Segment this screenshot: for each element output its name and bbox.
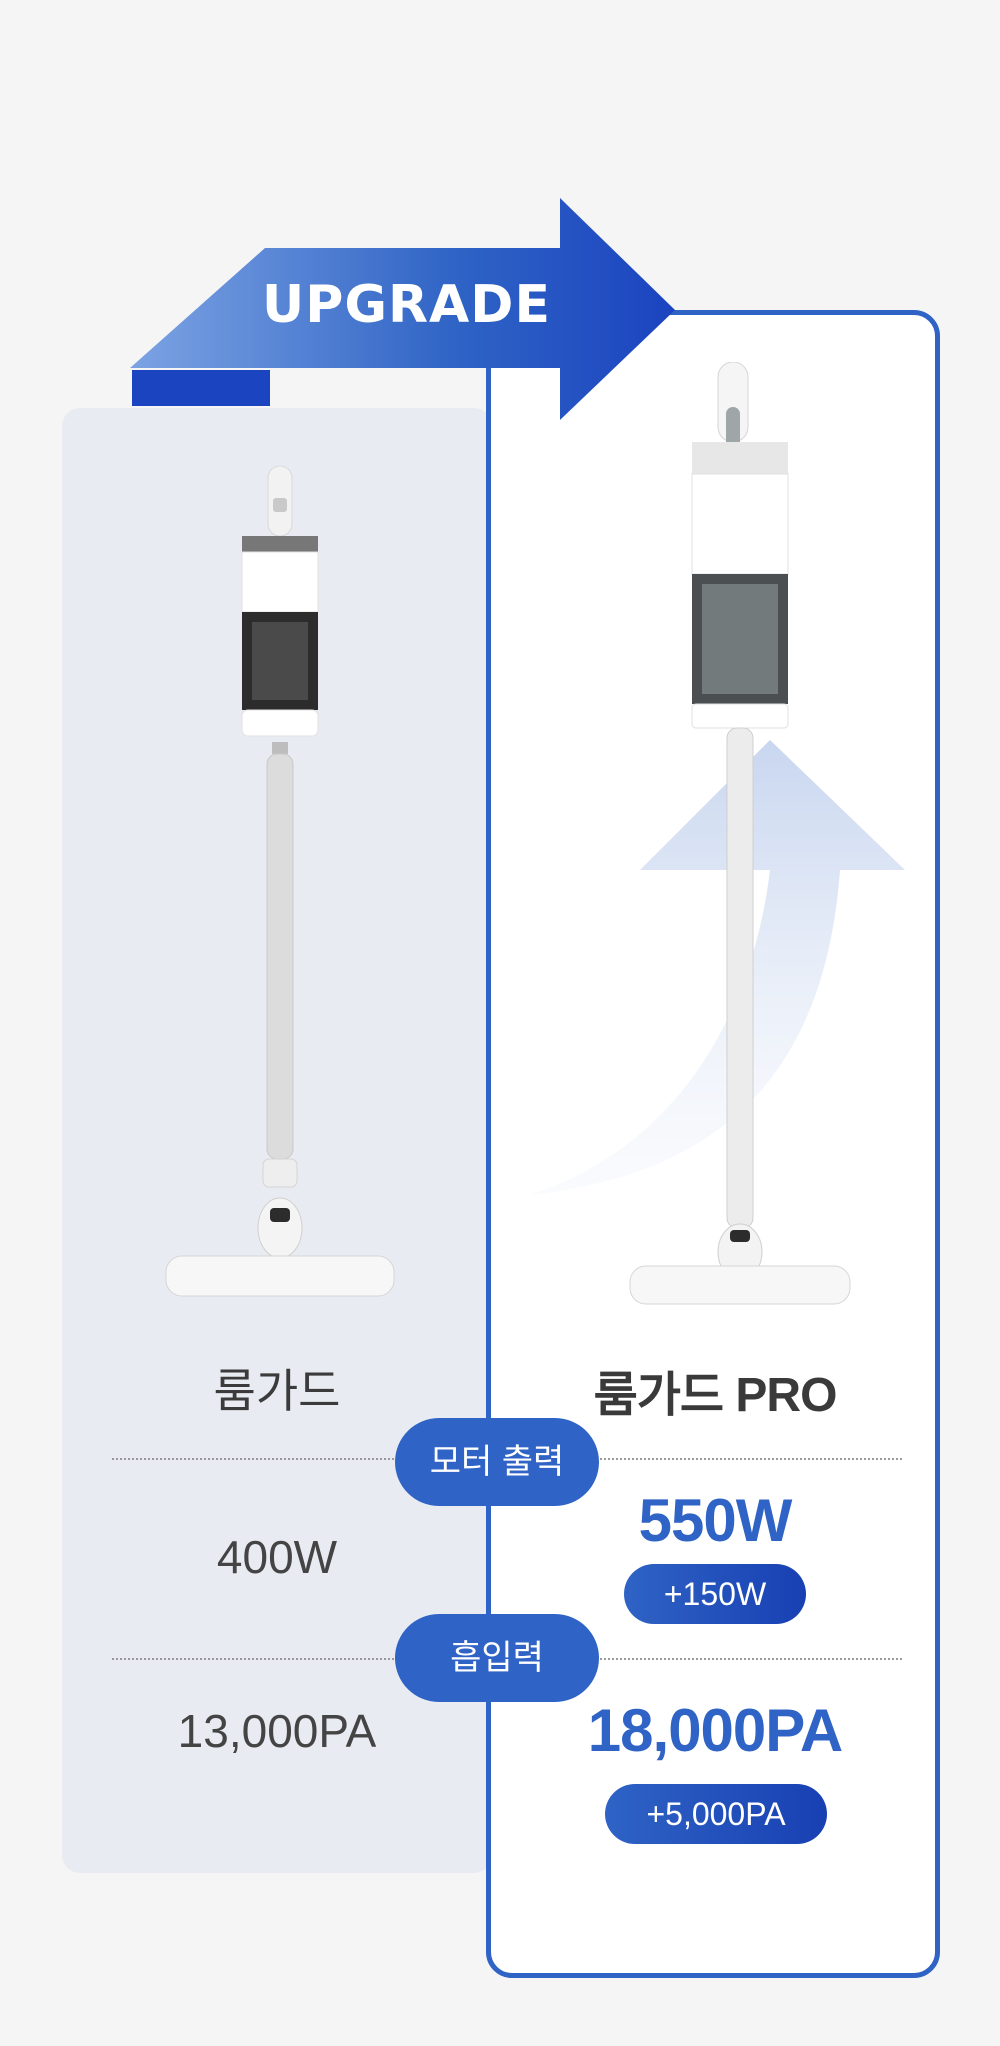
comparison-page: UPGRADE 룸가드 룸가드 PRO 모터 출력 400W 550W +150…: [0, 0, 1000, 2046]
basic-vacuum-image: [165, 466, 395, 1297]
basic-model-name: 룸가드: [213, 1365, 341, 1417]
suction-power-diff-badge: +5,000PA: [605, 1784, 827, 1844]
upgrade-label: UPGRADE: [262, 275, 551, 335]
pro-suction-power-value: 18,000PA: [587, 1697, 843, 1764]
motor-output-diff-badge: +150W: [624, 1564, 806, 1624]
pro-vacuum-image: [629, 362, 851, 1305]
pro-model-name: 룸가드 PRO: [593, 1369, 838, 1422]
suction-power-label: 흡입력: [395, 1614, 599, 1702]
basic-motor-output-value: 400W: [216, 1531, 338, 1583]
basic-suction-power-value: 13,000PA: [177, 1705, 377, 1757]
pro-motor-output-value: 550W: [638, 1487, 793, 1554]
